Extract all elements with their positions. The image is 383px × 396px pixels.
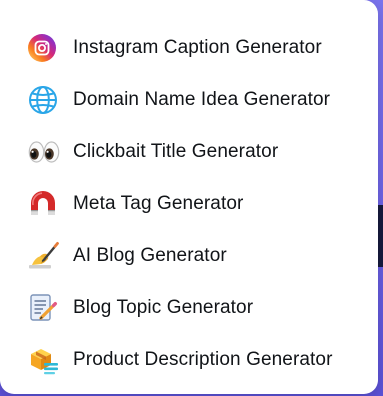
globe-icon: [28, 83, 62, 117]
memo-icon: [28, 291, 62, 325]
tools-dropdown-menu: Instagram Caption Generator Domain Name …: [0, 0, 378, 394]
menu-item-label: Domain Name Idea Generator: [73, 89, 331, 110]
menu-item-meta-tag-generator[interactable]: Meta Tag Generator: [28, 178, 333, 230]
menu-item-label: Instagram Caption Generator: [73, 37, 322, 58]
instagram-icon: [28, 31, 62, 65]
menu-item-label: Clickbait Title Generator: [73, 141, 279, 162]
menu-item-product-description-generator[interactable]: Product Description Generator: [28, 334, 333, 386]
magnet-icon: [28, 187, 62, 221]
menu-item-label: Meta Tag Generator: [73, 193, 244, 214]
tools-menu-list: Instagram Caption Generator Domain Name …: [28, 22, 333, 386]
package-icon: [28, 343, 62, 377]
menu-item-label: Blog Topic Generator: [73, 297, 254, 318]
menu-item-instagram-caption-generator[interactable]: Instagram Caption Generator: [28, 22, 333, 74]
writing-hand-icon: [28, 239, 62, 273]
page-background: Instagram Caption Generator Domain Name …: [0, 0, 383, 396]
menu-item-ai-blog-generator[interactable]: AI Blog Generator: [28, 230, 333, 282]
menu-item-clickbait-title-generator[interactable]: Clickbait Title Generator: [28, 126, 333, 178]
eyes-icon: [28, 135, 62, 169]
menu-item-domain-name-idea-generator[interactable]: Domain Name Idea Generator: [28, 74, 333, 126]
menu-item-label: Product Description Generator: [73, 349, 333, 370]
menu-item-blog-topic-generator[interactable]: Blog Topic Generator: [28, 282, 333, 334]
menu-item-label: AI Blog Generator: [73, 245, 227, 266]
